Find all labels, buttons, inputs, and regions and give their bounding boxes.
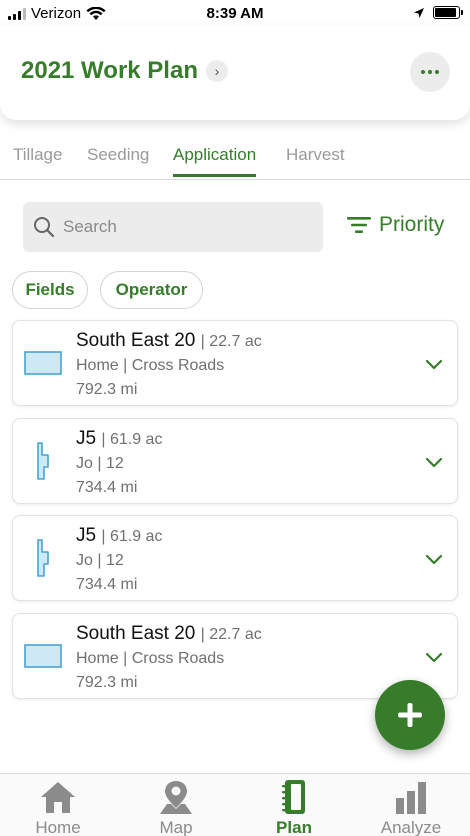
field-card[interactable]: J5 | 61.9 ac Jo | 12 734.4 mi: [12, 515, 458, 601]
field-area: | 61.9 ac: [101, 431, 163, 448]
tab-tillage[interactable]: Tillage: [13, 145, 62, 174]
field-distance: 792.3 mi: [76, 674, 138, 691]
filter-lines-icon: [347, 217, 371, 233]
map-pin-icon: [160, 781, 192, 814]
field-name: South East 20: [76, 623, 196, 644]
nav-label: Plan: [276, 818, 312, 836]
signal-icon: [8, 7, 26, 20]
nav-home[interactable]: Home: [13, 778, 103, 836]
dot: [435, 70, 439, 74]
more-options-button[interactable]: [410, 52, 450, 92]
tab-application[interactable]: Application: [173, 145, 257, 177]
field-area: | 22.7 ac: [200, 333, 262, 350]
bottom-nav: Home Map Plan Analyze: [0, 773, 470, 836]
field-area: | 61.9 ac: [101, 528, 163, 545]
search-box[interactable]: [23, 202, 323, 252]
status-bar: Verizon 8:39 AM: [0, 0, 470, 28]
field-card[interactable]: J5 | 61.9 ac Jo | 12 734.4 mi: [12, 418, 458, 504]
field-location: Jo | 12: [76, 552, 124, 569]
field-title: South East 20 | 22.7 ac: [76, 623, 262, 645]
home-icon: [41, 782, 75, 813]
field-title: J5 | 61.9 ac: [76, 525, 162, 547]
battery-fill: [435, 8, 456, 17]
wifi-icon: [86, 6, 106, 20]
location-arrow-icon: [414, 7, 424, 18]
field-strip-icon: [23, 439, 63, 483]
field-name: J5: [76, 428, 97, 449]
plan-title: 2021 Work Plan: [21, 57, 198, 84]
field-rectangle-icon: [23, 341, 63, 385]
field-card[interactable]: South East 20 | 22.7 ac Home | Cross Roa…: [12, 320, 458, 406]
tab-seeding[interactable]: Seeding: [87, 145, 149, 174]
field-title: J5 | 61.9 ac: [76, 428, 162, 450]
nav-plan[interactable]: Plan: [249, 778, 339, 836]
operator-filter-chip[interactable]: Operator: [100, 271, 203, 309]
field-distance: 734.4 mi: [76, 576, 138, 593]
chevron-down-icon[interactable]: [423, 353, 445, 375]
dot: [428, 70, 432, 74]
battery-icon: [433, 6, 463, 19]
bar-chart-icon: [396, 782, 426, 814]
field-distance: 734.4 mi: [76, 479, 138, 496]
operation-tabs: Tillage Seeding Application Harvest: [0, 140, 470, 180]
plan-header: 2021 Work Plan ›: [0, 26, 470, 120]
field-location: Home | Cross Roads: [76, 357, 225, 374]
add-button[interactable]: [375, 680, 445, 750]
nav-analyze[interactable]: Analyze: [366, 778, 456, 836]
nav-label: Map: [159, 818, 193, 836]
field-location: Jo | 12: [76, 455, 124, 472]
chevron-right-icon: ›: [205, 60, 228, 82]
field-name: South East 20: [76, 330, 196, 351]
notebook-icon: [282, 780, 305, 814]
nav-label: Analyze: [380, 818, 442, 836]
status-left: Verizon: [8, 5, 106, 22]
priority-sort-button[interactable]: Priority: [347, 213, 444, 237]
field-strip-icon: [23, 536, 63, 580]
field-title: South East 20 | 22.7 ac: [76, 330, 262, 352]
status-right: [413, 6, 463, 19]
plus-icon: [398, 703, 422, 727]
field-location: Home | Cross Roads: [76, 650, 225, 667]
priority-label: Priority: [379, 213, 445, 236]
chevron-down-icon[interactable]: [423, 548, 445, 570]
field-distance: 792.3 mi: [76, 381, 138, 398]
chevron-down-icon[interactable]: [423, 646, 445, 668]
fields-filter-chip[interactable]: Fields: [12, 271, 88, 309]
carrier-label: Verizon: [31, 5, 82, 22]
nav-map[interactable]: Map: [131, 778, 221, 836]
search-input[interactable]: [63, 217, 303, 237]
field-name: J5: [76, 525, 97, 546]
plan-title-button[interactable]: 2021 Work Plan ›: [21, 57, 228, 85]
nav-label: Home: [35, 818, 81, 836]
tab-harvest[interactable]: Harvest: [286, 145, 345, 174]
search-icon: [34, 217, 55, 238]
field-area: | 22.7 ac: [200, 626, 262, 643]
dot: [421, 70, 425, 74]
field-rectangle-icon: [23, 634, 63, 678]
chevron-down-icon[interactable]: [423, 451, 445, 473]
